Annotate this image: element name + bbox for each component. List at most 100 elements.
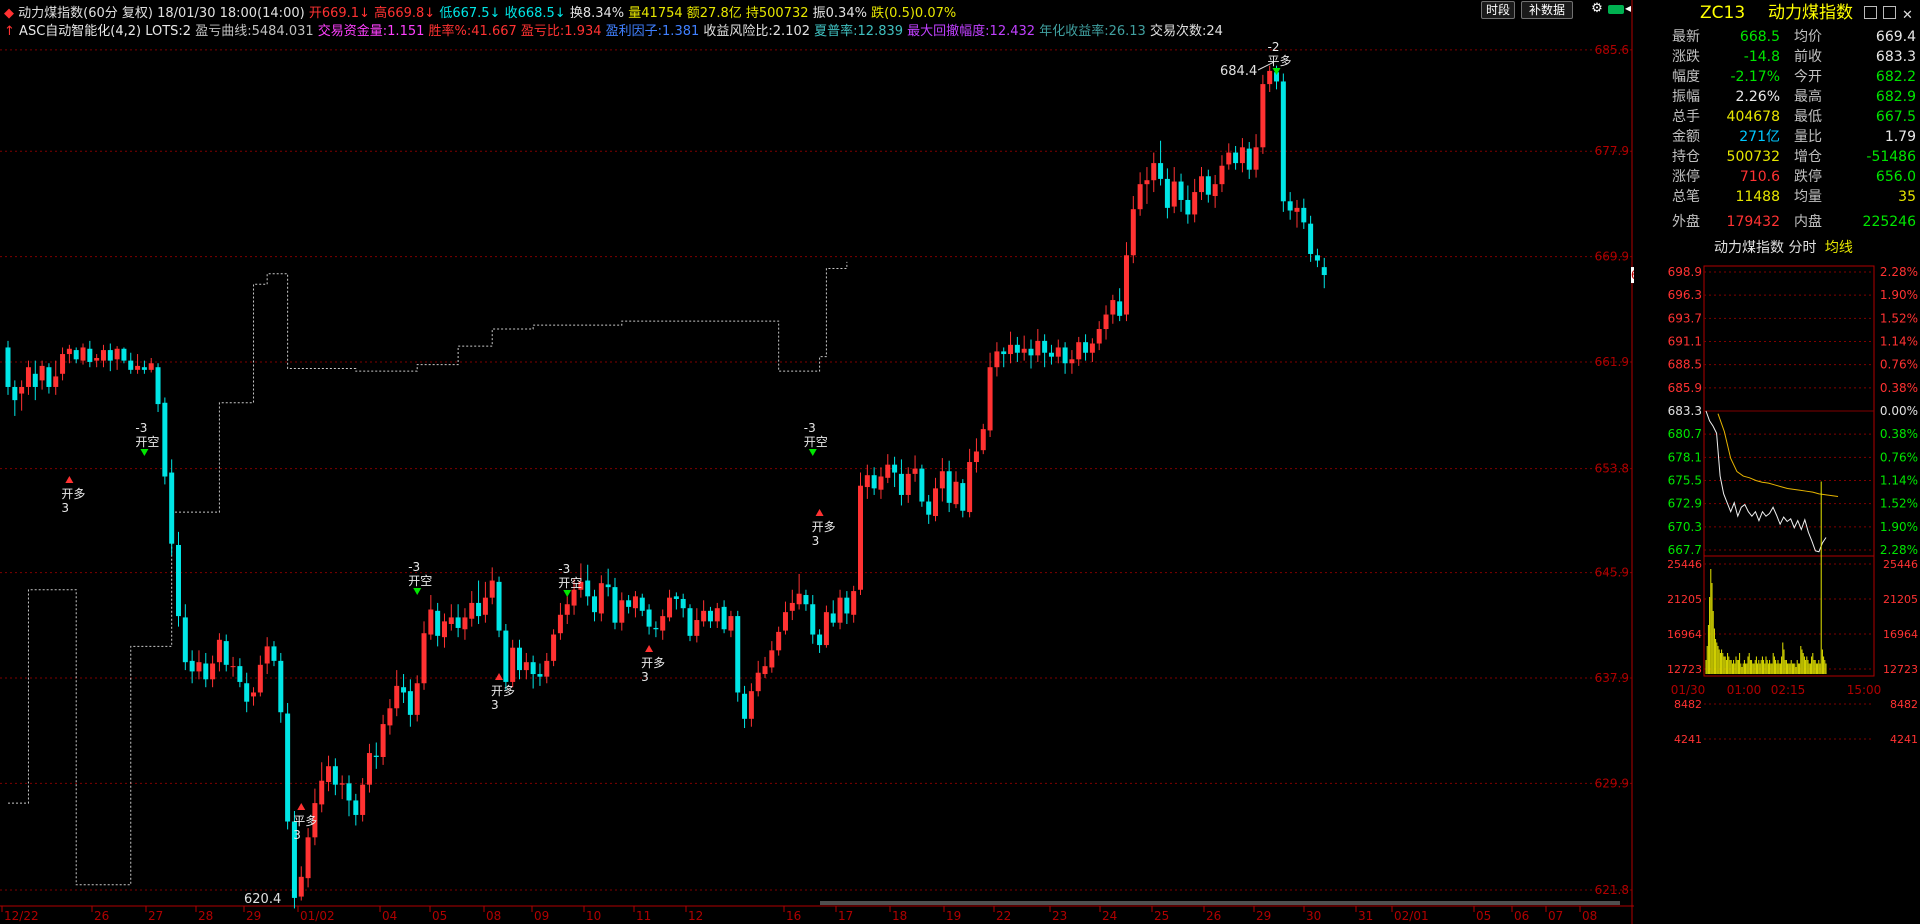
candle <box>523 652 529 680</box>
quote-label: 增仓 <box>1794 149 1822 165</box>
signal-qty: -3 <box>135 421 147 435</box>
minichart-title[interactable]: 动力煤指数 分时 <box>1714 240 1816 256</box>
quote-label: 振幅 <box>1672 89 1700 105</box>
candle-body <box>707 610 713 622</box>
signal-qty: -3 <box>408 560 420 574</box>
trough-price-label: 620.4 <box>244 892 281 907</box>
candle <box>196 650 202 680</box>
x-tick-label: 09 <box>534 909 549 923</box>
candle <box>339 775 345 800</box>
candle-body <box>421 633 427 684</box>
candle-body <box>994 351 1000 368</box>
candle-body <box>980 429 986 451</box>
time-period-button[interactable]: 时段 <box>1481 1 1515 19</box>
candle <box>551 629 557 667</box>
candle <box>1226 143 1232 170</box>
candle <box>182 604 188 671</box>
minichart-header: 动力煤指数 分时 均线 <box>1714 238 1920 258</box>
candle-body <box>858 485 863 590</box>
candle <box>1144 167 1150 204</box>
candle-body <box>237 666 243 682</box>
candle-body <box>605 584 611 588</box>
candle-body <box>810 604 816 635</box>
candle-body <box>257 664 263 693</box>
x-tick-label: 18 <box>892 909 907 923</box>
restore-icon[interactable] <box>1883 6 1896 19</box>
candle-body <box>210 663 216 680</box>
candle-body <box>319 780 325 805</box>
candle <box>155 363 161 412</box>
kline-chart-panel[interactable]: 685.6 677.9 669.9 661.9 653.8 645.9 637.9 629.9… <box>0 0 1634 924</box>
quote-label: 幅度 <box>1672 69 1700 85</box>
horizontal-scrollbar[interactable] <box>820 901 1620 905</box>
strategy-info-line: ↑ ASC自动智能化(4,2) LOTS:2 盈亏曲线:5484.031 交易资… <box>4 20 1223 39</box>
candle-body <box>1164 178 1170 208</box>
quote-row: 振幅 2.26% 最高 682.9 <box>1668 87 1920 107</box>
candle <box>803 589 809 611</box>
turnover-value: 换8.34% <box>569 6 625 21</box>
quote-label: 跌停 <box>1794 169 1822 185</box>
candle <box>373 742 379 769</box>
candle <box>721 600 727 634</box>
quote-label: 最高 <box>1794 89 1822 105</box>
signal-qty: -3 <box>558 562 570 576</box>
x-tick-label: 12 <box>688 909 703 923</box>
x-tick-label: 12/22 <box>4 909 39 923</box>
intraday-minichart[interactable]: 698.9 2.28% 696.3 1.90% 693.7 1.52% 691.1 1.14%… <box>1668 260 1920 924</box>
candle-body <box>162 402 168 477</box>
candle-body <box>660 616 666 631</box>
candle-body <box>298 876 304 897</box>
fill-data-button[interactable]: 补数据 <box>1521 1 1573 19</box>
candle-body <box>1294 207 1300 212</box>
candle-body <box>803 595 809 605</box>
candle-body <box>32 373 38 387</box>
candle <box>632 591 638 618</box>
quote-label: 涨停 <box>1672 169 1700 185</box>
minichart-vol-tick: 8482 <box>1674 698 1702 711</box>
quote-label: 量比 <box>1794 129 1822 145</box>
minichart-pct-tick: 1.14% <box>1880 335 1918 349</box>
signal-qty: 3 <box>641 670 649 684</box>
signal-label: 开多 <box>61 487 85 501</box>
candle-body <box>1144 180 1150 185</box>
peak-price-label: 684.4 <box>1220 64 1257 79</box>
y-tick-label: 637.9 <box>1595 671 1629 685</box>
candle-body <box>1280 81 1286 202</box>
expand-icon[interactable]: ◂ <box>1625 1 1631 15</box>
minichart-avg-label[interactable]: 均线 <box>1825 240 1853 256</box>
quote-row: 涨跌 -14.8 前收 683.3 <box>1668 47 1920 67</box>
candle-body <box>919 468 925 502</box>
close-icon[interactable]: ✕ <box>1902 5 1913 27</box>
strategy-name[interactable]: ASC自动智能化(4,2) LOTS:2 <box>19 24 191 39</box>
candle <box>653 621 659 638</box>
change-value: 跌(0.5)0.07% <box>871 6 957 21</box>
battery-icon[interactable] <box>1608 5 1624 14</box>
settings-icon[interactable]: ⚙ <box>1590 2 1604 16</box>
candle-body <box>496 581 502 631</box>
candle-body <box>871 475 877 489</box>
x-tick-label: 29 <box>246 909 261 923</box>
candle <box>1178 173 1184 212</box>
candle-body <box>973 451 979 463</box>
candle-body <box>510 647 516 682</box>
sell-arrow-icon <box>140 449 149 456</box>
minimize-icon[interactable] <box>1864 6 1877 19</box>
candle <box>1048 344 1054 365</box>
candle <box>19 380 25 411</box>
candle-body <box>1048 352 1054 357</box>
low-value: 低667.5↓ <box>439 6 501 21</box>
x-tick-label: 25 <box>1154 909 1169 923</box>
candle-body <box>121 348 127 361</box>
candle-body <box>885 464 891 478</box>
candle <box>735 610 741 702</box>
candle <box>1314 248 1320 268</box>
candle <box>462 608 468 640</box>
candle-body <box>1192 192 1198 215</box>
candle <box>782 601 788 635</box>
quote-value: 2.26% <box>1735 89 1780 105</box>
minichart-time-label: 01/30 <box>1671 683 1706 697</box>
candle <box>619 592 625 631</box>
profit-factor-value: 盈利因子:1.381 <box>605 24 700 39</box>
kline-chart[interactable]: 685.6 677.9 669.9 661.9 653.8 645.9 637.9 629.9… <box>0 0 1634 924</box>
candle-body <box>523 662 529 671</box>
